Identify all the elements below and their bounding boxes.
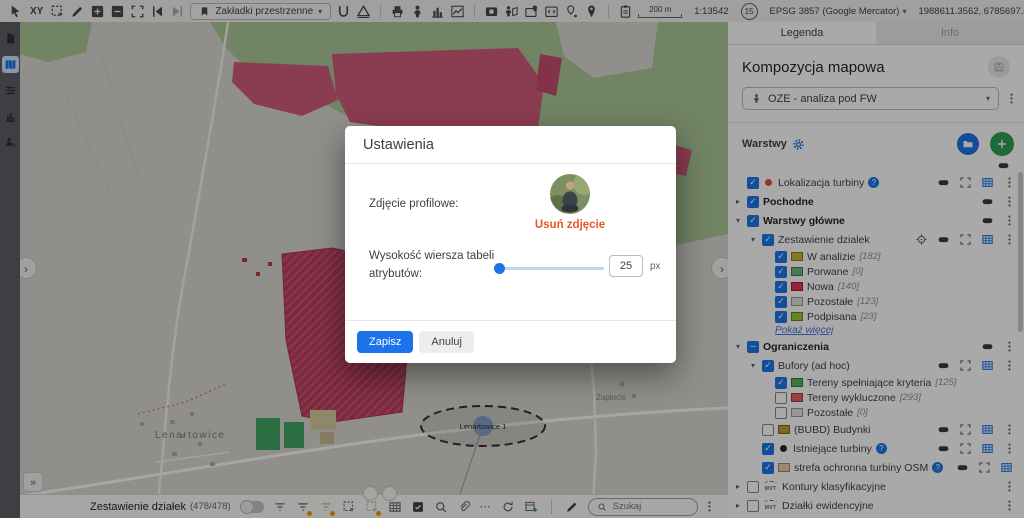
settings-dialog: Ustawienia Zdjęcie profilowe: Usuń zdjęc…	[345, 126, 676, 363]
avatar	[550, 174, 590, 214]
row-height-label: Wysokość wiersza tabeli atrybutów:	[369, 248, 499, 284]
profile-photo-label: Zdjęcie profilowe:	[369, 198, 458, 210]
divider	[345, 320, 676, 321]
slider-thumb[interactable]	[494, 263, 505, 274]
cancel-button[interactable]: Anuluj	[419, 331, 474, 353]
save-button[interactable]: Zapisz	[357, 331, 413, 353]
unit-label: px	[650, 261, 661, 272]
row-height-slider[interactable]	[496, 267, 604, 270]
row-height-input[interactable]	[609, 255, 643, 277]
dialog-title: Ustawienia	[345, 126, 676, 164]
remove-photo-link[interactable]: Usuń zdjęcie	[500, 219, 640, 231]
